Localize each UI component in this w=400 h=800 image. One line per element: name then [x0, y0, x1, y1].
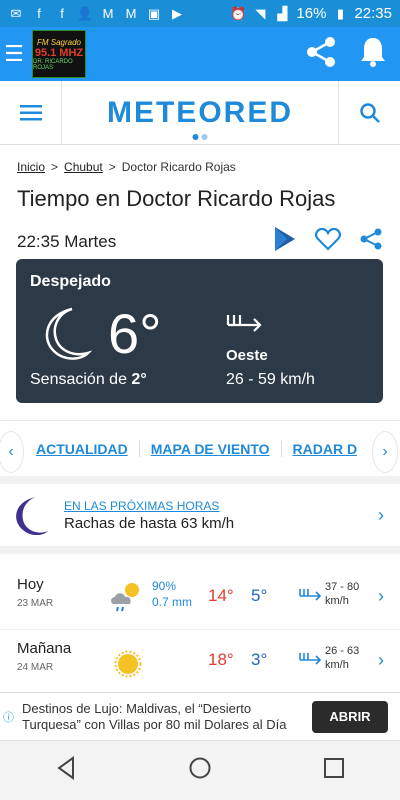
day-name: Mañana: [17, 640, 72, 657]
section-tabs: ‹ ACTUALIDAD MAPA DE VIENTO RADAR D ›: [0, 420, 400, 484]
play-icon: ▶: [172, 5, 182, 21]
precip-probability: 90%: [152, 579, 177, 593]
precip-amount: 0.7 mm: [152, 595, 193, 609]
breadcrumb-current: Doctor Ricardo Rojas: [121, 160, 236, 174]
site-header: METEORED: [0, 80, 400, 145]
clock: 22:35: [354, 5, 392, 22]
cloud-rain-sun-icon: [108, 580, 144, 619]
back-icon[interactable]: [55, 756, 77, 785]
breadcrumb-separator: >: [108, 160, 116, 174]
day-name: Hoy: [17, 576, 44, 593]
signal-icon: ▟: [277, 5, 288, 21]
facebook-icon: f: [37, 6, 41, 21]
recents-icon[interactable]: [323, 757, 345, 784]
status-bar: ✉ f f 👤 M M ▣ ▶ ⏰ ◥ ▟ 16% ▮ 22:35: [0, 0, 400, 27]
wind-direction: Oeste: [226, 347, 268, 364]
chevron-right-icon[interactable]: ›: [378, 650, 384, 671]
meteored-logo[interactable]: METEORED: [62, 96, 338, 140]
wind-arrow-icon: [226, 313, 264, 338]
wind-speed: 26 - 59 km/h: [226, 371, 315, 388]
moon-icon: [0, 495, 64, 535]
tabs-prev-chevron-icon[interactable]: ‹: [0, 431, 24, 473]
ad-text: Destinos de Lujo: Maldivas, el “Desierto…: [22, 700, 287, 732]
current-temperature: 6°: [108, 302, 162, 365]
system-nav-bar: [0, 740, 400, 800]
google-play-icon[interactable]: [273, 226, 297, 257]
wind-arrow-icon: [299, 652, 323, 671]
share-icon[interactable]: [304, 35, 338, 74]
breadcrumb: Inicio > Chubut > Doctor Ricardo Rojas: [17, 160, 236, 174]
radio-logo: FM Sagrado 95.1 MHZ DR. RICARDO ROJAS: [32, 30, 86, 78]
day-date: 24 MAR: [17, 662, 54, 673]
home-icon[interactable]: [188, 756, 212, 785]
chat-icon: ✉: [10, 5, 22, 21]
temp-max: 18°: [208, 650, 234, 669]
moon-icon: [42, 305, 93, 366]
person-add-icon: 👤: [76, 5, 94, 21]
breadcrumb-home-link[interactable]: Inicio: [17, 160, 45, 174]
alert-label[interactable]: EN LAS PRÓXIMAS HORAS: [64, 499, 234, 513]
search-icon[interactable]: [338, 80, 400, 145]
alarm-icon: ⏰: [230, 5, 247, 21]
feels-like-label: Sensación de: [30, 371, 127, 388]
chevron-right-icon[interactable]: ›: [378, 505, 384, 526]
precipitation: 90% 0.7 mm: [152, 578, 192, 610]
forecast-row-today[interactable]: Hoy 23 MAR 90% 0.7 mm 14° 5° 37 - 80 km/…: [0, 566, 400, 630]
date-row: 22:35 Martes: [17, 226, 383, 257]
breadcrumb-separator: >: [51, 160, 59, 174]
upcoming-hours-alert[interactable]: EN LAS PRÓXIMAS HORAS Rachas de hasta 63…: [0, 484, 400, 554]
feels-like-value: 2°: [131, 371, 147, 388]
share-small-icon[interactable]: [359, 227, 383, 256]
wind-range: 26 - 63 km/h: [325, 645, 360, 671]
ad-info-icon[interactable]: ⓘ: [3, 709, 14, 725]
forecast-row-tomorrow[interactable]: Mañana 24 MAR 18° 3° 26 - 63 km/h ›: [0, 630, 400, 694]
tab-mapa-de-viento[interactable]: MAPA DE VIENTO: [151, 441, 282, 457]
chevron-right-icon[interactable]: ›: [378, 586, 384, 607]
image-icon: ▣: [147, 5, 161, 21]
condition-label: Despejado: [30, 273, 111, 290]
bell-icon[interactable]: [358, 35, 388, 74]
tab-radar[interactable]: RADAR D: [293, 441, 364, 457]
temp-max: 14°: [208, 586, 234, 605]
tabs-next-chevron-icon[interactable]: ›: [372, 431, 398, 473]
app-bar: ☰ FM Sagrado 95.1 MHZ DR. RICARDO ROJAS: [0, 27, 400, 81]
wind-range: 37 - 80 km/h: [325, 581, 360, 607]
gmail-icon: M: [102, 6, 114, 21]
logo-dots: [192, 133, 208, 140]
feels-like: Sensación de 2°: [30, 371, 147, 389]
facebook-icon-2: f: [60, 6, 64, 21]
tab-actualidad[interactable]: ACTUALIDAD: [36, 441, 140, 457]
wind-arrow-icon: [299, 588, 323, 607]
favorite-heart-icon[interactable]: [315, 227, 341, 256]
gmail-icon-2: M: [125, 6, 137, 21]
temp-min: 5°: [251, 586, 268, 605]
site-menu-icon[interactable]: [0, 80, 62, 145]
battery-percent: 16%: [296, 5, 327, 22]
temp-min: 3°: [251, 650, 268, 669]
battery-icon: ▮: [336, 5, 345, 21]
wifi-icon: ◥: [255, 5, 266, 21]
current-datetime: 22:35 Martes: [17, 231, 117, 251]
breadcrumb-region-link[interactable]: Chubut: [64, 160, 103, 174]
day-date: 23 MAR: [17, 598, 54, 609]
ad-open-button[interactable]: ABRIR: [312, 700, 388, 733]
ad-banner[interactable]: ⓘ Destinos de Lujo: Maldivas, el “Desier…: [0, 692, 400, 740]
current-weather-card[interactable]: Despejado 6° Sensación de 2° Oeste 26 - …: [16, 259, 383, 403]
page-title: Tiempo en Doctor Ricardo Rojas: [17, 186, 336, 211]
alert-text: Rachas de hasta 63 km/h: [64, 514, 235, 532]
sun-icon: [114, 650, 142, 683]
app-menu-icon[interactable]: ☰: [0, 27, 28, 81]
